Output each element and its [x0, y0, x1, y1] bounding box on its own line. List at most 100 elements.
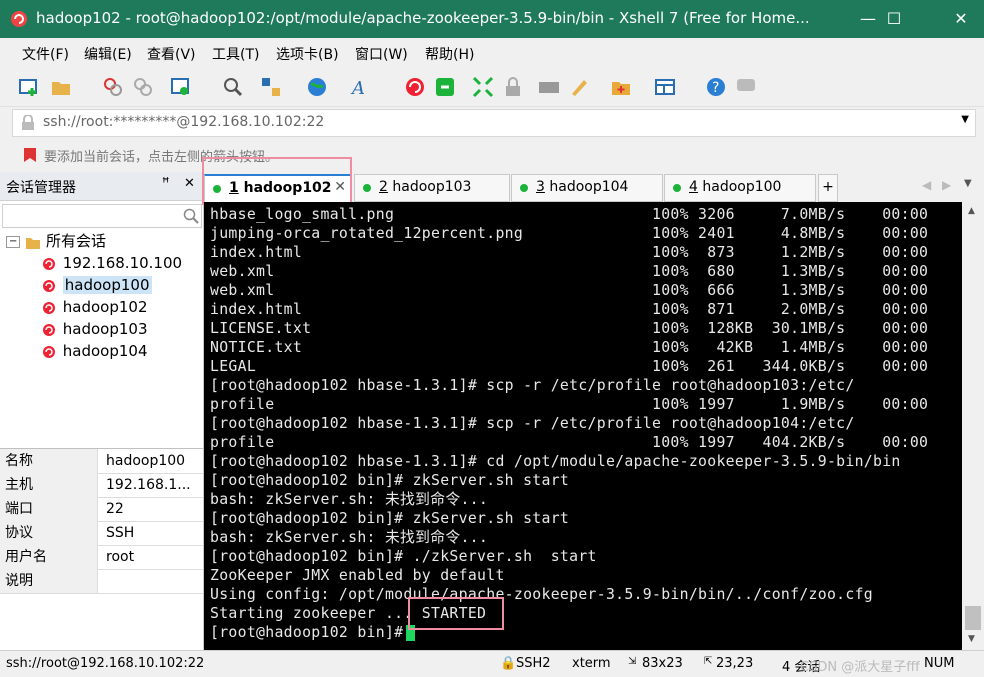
folder-icon [26, 237, 41, 249]
chat-icon[interactable] [735, 76, 757, 98]
keyboard-icon[interactable] [538, 76, 560, 98]
terminal-line: index.html 100% 873 1.2MB/s 00:00 [210, 244, 929, 261]
terminal-line: [root@hadoop102 hbase-1.3.1]# cd /opt/mo… [210, 453, 901, 470]
session-search-input[interactable] [2, 204, 202, 228]
help-icon[interactable]: ? [705, 76, 727, 98]
address-bar[interactable]: ssh://root:*********@192.168.10.102:22 ▼ [12, 109, 976, 137]
lock-icon[interactable] [502, 76, 524, 98]
terminal-line: bash: zkServer.sh: 未找到命令... [210, 491, 489, 508]
session-item[interactable]: hadoop102 [40, 296, 148, 318]
title-bar: hadoop102 - root@hadoop102:/opt/module/a… [0, 0, 984, 38]
property-key: 主机 [0, 473, 98, 497]
close-button[interactable]: ✕ [938, 0, 984, 38]
add-tab-button[interactable]: + [818, 174, 838, 202]
session-item[interactable]: hadoop103 [40, 318, 148, 340]
tab-list-icon[interactable]: ▼ [964, 178, 972, 189]
disconnect-icon[interactable] [132, 76, 154, 98]
terminal-line: Using config: /opt/module/apache-zookeep… [210, 586, 874, 603]
tab-scroll-right-icon[interactable]: ▶ [942, 178, 951, 192]
terminal-line: profile 100% 1997 404.2KB/s 00:00 [210, 434, 929, 451]
tree-root-label: 所有会话 [45, 232, 106, 250]
menu-window[interactable]: 窗口(W) [355, 44, 408, 64]
tab-layout-icon[interactable] [654, 76, 676, 98]
terminal-line: [root@hadoop102 bin]# zkServer.sh start [210, 472, 570, 489]
property-value: 22 [106, 501, 124, 517]
property-value: SSH [106, 525, 135, 541]
session-item-selected[interactable]: hadoop100 [40, 274, 152, 296]
tab-number: 3 [536, 179, 545, 195]
open-folder-icon[interactable] [50, 76, 72, 98]
hint-bar: 要添加当前会话，点击左侧的箭头按钮。 [0, 140, 984, 170]
session-item[interactable]: 192.168.10.100 [40, 252, 182, 274]
collapse-icon[interactable]: − [6, 235, 21, 248]
maximize-button[interactable]: ☐ [871, 0, 917, 38]
globe-icon[interactable] [306, 76, 328, 98]
menu-tools[interactable]: 工具(T) [212, 44, 259, 64]
add-tab-folder-icon[interactable] [610, 76, 632, 98]
scroll-down-icon[interactable]: ▼ [968, 634, 975, 644]
terminal-line: web.xml 100% 680 1.3MB/s 00:00 [210, 263, 929, 280]
menu-tabs[interactable]: 选项卡(B) [276, 44, 339, 64]
lock-status-icon: 🔒 [500, 656, 517, 671]
cursor-position-icon: ⇱ [704, 656, 713, 667]
property-row: 协议 SSH [0, 521, 203, 546]
terminal-prompt: [root@hadoop102 bin]# [210, 624, 413, 641]
highlight-pen-icon[interactable] [568, 76, 590, 98]
connect-icon[interactable] [102, 76, 124, 98]
connected-status-icon [673, 184, 681, 192]
menu-file[interactable]: 文件(F) [22, 44, 69, 64]
property-row: 端口 22 [0, 497, 203, 522]
tab-hadoop100[interactable]: 4 hadoop100 [664, 174, 816, 202]
font-icon[interactable]: A [350, 76, 372, 98]
tab-hadoop104[interactable]: 3 hadoop104 [511, 174, 663, 202]
properties-table: 名称 hadoop100 主机 192.168.1... 端口 22 协议 SSH 用户… [0, 448, 203, 651]
terminal-line: bash: zkServer.sh: 未找到命令... [210, 529, 489, 546]
tab-number: 2 [379, 179, 388, 195]
session-label: hadoop100 [62, 276, 152, 294]
xshell-icon[interactable] [404, 76, 426, 98]
session-label: hadoop104 [62, 342, 148, 360]
session-label: hadoop102 [62, 298, 148, 316]
terminal-line: [root@hadoop102 bin]# ./zkServer.sh star… [210, 548, 597, 565]
find-icon[interactable] [222, 76, 244, 98]
menu-edit[interactable]: 编辑(E) [84, 44, 132, 64]
new-session-icon[interactable] [18, 76, 40, 98]
xshell-session-icon [43, 279, 55, 292]
search-icon[interactable] [183, 208, 199, 224]
close-icon[interactable]: ✕ [184, 176, 195, 191]
properties-icon[interactable] [170, 76, 192, 98]
svg-text:A: A [350, 78, 365, 98]
layout-icon[interactable] [260, 76, 282, 98]
scroll-thumb[interactable] [965, 606, 981, 630]
terminal-scrollbar[interactable]: ▲ ▼ [962, 202, 984, 650]
xshell-logo-icon [11, 11, 27, 27]
xftp-icon[interactable] [434, 76, 456, 98]
fullscreen-icon[interactable] [472, 76, 494, 98]
terminal[interactable]: hbase_logo_small.png 100% 3206 7.0MB/s 0… [204, 202, 962, 650]
terminal-line: [root@hadoop102 bin]# zkServer.sh start [210, 510, 570, 527]
address-input[interactable]: ssh://root:*********@192.168.10.102:22 [43, 114, 324, 130]
bookmark-icon[interactable] [22, 147, 38, 163]
menu-help[interactable]: 帮助(H) [425, 44, 474, 64]
tab-hadoop103[interactable]: 2 hadoop103 [354, 174, 510, 202]
property-value: root [106, 549, 135, 565]
status-cursor: 23,23 [716, 656, 754, 671]
session-manager-panel: 会话管理器 ꟸ ✕ − 所有会话 192.168.10.100 hadoop10… [0, 172, 204, 651]
property-key: 端口 [0, 497, 98, 521]
session-item[interactable]: hadoop104 [40, 340, 148, 362]
menu-bar: 文件(F) 编辑(E) 查看(V) 工具(T) 选项卡(B) 窗口(W) 帮助(… [0, 38, 984, 68]
menu-view[interactable]: 查看(V) [147, 44, 196, 64]
connected-status-icon [363, 184, 371, 192]
session-label: hadoop103 [62, 320, 148, 338]
pin-icon[interactable]: ꟸ [162, 176, 170, 191]
tree-root[interactable]: − 所有会话 [6, 230, 106, 252]
terminal-line: NOTICE.txt 100% 42KB 1.4MB/s 00:00 [210, 339, 929, 356]
status-numlock: NUM [924, 656, 955, 671]
chevron-down-icon[interactable]: ▼ [961, 114, 969, 125]
terminal-line: profile 100% 1997 1.9MB/s 00:00 [210, 396, 929, 413]
scroll-up-icon[interactable]: ▲ [968, 206, 975, 216]
terminal-line: [root@hadoop102 hbase-1.3.1]# scp -r /et… [210, 415, 855, 432]
window-title: hadoop102 - root@hadoop102:/opt/module/a… [36, 9, 810, 27]
tab-scroll-left-icon[interactable]: ◀ [922, 178, 931, 192]
terminal-line: hbase_logo_small.png 100% 3206 7.0MB/s 0… [210, 206, 929, 223]
